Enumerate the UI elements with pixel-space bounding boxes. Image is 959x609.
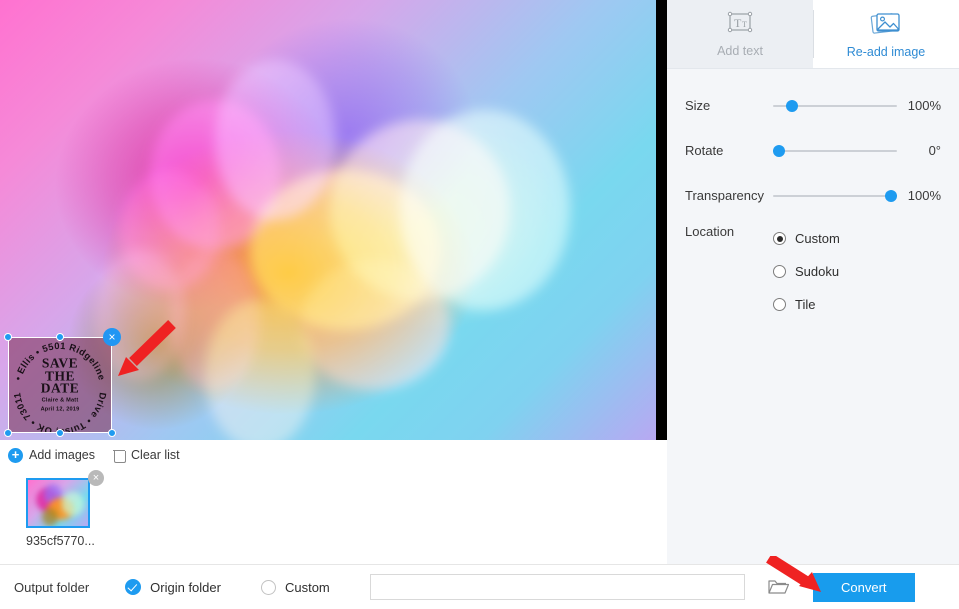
image-stack-icon (870, 10, 902, 39)
remove-thumbnail-icon[interactable]: × (88, 470, 104, 486)
output-folder-label: Output folder (14, 579, 90, 595)
transparency-slider-track[interactable] (773, 194, 897, 197)
resize-handle-bottom-left[interactable] (4, 429, 12, 437)
list-item[interactable]: × 935cf5770... (26, 470, 104, 548)
folder-icon[interactable] (767, 578, 789, 596)
check-icon[interactable] (125, 579, 142, 595)
tab-add-text-label: Add text (717, 43, 763, 58)
remove-watermark-icon[interactable]: × (103, 328, 121, 346)
resize-handle-top-left[interactable] (4, 333, 12, 341)
size-label: Size (685, 98, 711, 113)
setting-row-rotate: Rotate 0° (685, 128, 941, 173)
size-slider-thumb[interactable] (786, 99, 799, 112)
watermark-stamp: • Ellis • 5501 Ridgeline Drive • Tulsa, … (8, 337, 112, 433)
thumbnail-filename: 935cf5770... (26, 534, 95, 548)
watermark-names: Claire & Matt (41, 396, 79, 403)
resize-handle-bottom-center[interactable] (56, 429, 64, 437)
setting-row-transparency: Transparency 100% (685, 173, 941, 218)
editor-pane: • Ellis • 5501 Ridgeline Drive • Tulsa, … (0, 0, 667, 564)
setting-row-size: Size 100% (685, 83, 941, 128)
origin-folder-option[interactable]: Origin folder (125, 579, 221, 595)
app-window: • Ellis • 5501 Ridgeline Drive • Tulsa, … (0, 0, 959, 609)
tab-bar: T T Add text Re-add image (667, 0, 959, 68)
watermark-object[interactable]: • Ellis • 5501 Ridgeline Drive • Tulsa, … (4, 328, 121, 437)
origin-folder-label: Origin folder (150, 579, 221, 595)
rotate-value: 0° (928, 143, 941, 158)
add-images-button[interactable]: + Add images (8, 447, 96, 463)
custom-folder-option[interactable]: Custom (260, 579, 330, 595)
settings-pane: T T Add text Re-add image Size 100% Rota… (667, 0, 959, 564)
rotate-slider[interactable] (773, 142, 897, 160)
settings-form: Size 100% Rotate 0° Transparency 100% Lo… (667, 69, 959, 564)
radio-option-custom[interactable]: Custom (773, 222, 941, 255)
radio-tile-icon[interactable] (773, 298, 786, 311)
transparency-label: Transparency (685, 188, 764, 203)
tab-re-add-image-label: Re-add image (846, 44, 926, 59)
setting-row-location: Location Custom Sudoku Tile (685, 222, 941, 321)
rotate-label: Rotate (685, 143, 724, 158)
resize-handle-top-center[interactable] (56, 333, 64, 341)
output-bar: Output folder Origin folder Custom Conve… (0, 564, 959, 609)
watermark-center-text: SAVE THE DATE Claire & Matt April 12, 20… (8, 356, 112, 413)
clear-list-label: Clear list (131, 448, 180, 462)
radio-custom-label: Custom (795, 231, 840, 246)
trash-icon (113, 448, 127, 463)
watermark-date: April 12, 2019 (40, 405, 80, 412)
transparency-slider-thumb[interactable] (885, 189, 897, 202)
thumbnail-image[interactable] (26, 478, 90, 528)
transparency-slider[interactable] (773, 187, 897, 205)
rotate-slider-thumb[interactable] (773, 144, 785, 157)
output-path-input[interactable] (369, 574, 745, 600)
size-value: 100% (907, 98, 941, 113)
convert-button[interactable]: Convert (812, 572, 915, 602)
svg-text:T: T (734, 16, 742, 30)
add-text-icon: T T (725, 11, 755, 38)
image-canvas[interactable]: • Ellis • 5501 Ridgeline Drive • Tulsa, … (0, 0, 667, 440)
plus-icon: + (8, 447, 23, 463)
radio-custom-icon[interactable] (773, 232, 786, 245)
location-radio-group: Custom Sudoku Tile (773, 222, 941, 321)
radio-sudoku-icon[interactable] (773, 265, 786, 278)
tab-re-add-image[interactable]: Re-add image (813, 0, 959, 68)
svg-text:T: T (742, 20, 747, 29)
radio-tile-label: Tile (795, 297, 816, 312)
location-label: Location (685, 224, 735, 239)
add-images-label: Add images (29, 448, 96, 462)
custom-folder-label: Custom (284, 579, 330, 595)
transparency-value: 100% (907, 188, 941, 203)
rotate-slider-track[interactable] (773, 149, 897, 152)
thumbnail-list: × 935cf5770... (0, 470, 667, 564)
resize-handle-bottom-right[interactable] (108, 429, 116, 437)
size-slider[interactable] (773, 97, 897, 115)
radio-option-tile[interactable]: Tile (773, 288, 941, 321)
radio-sudoku-label: Sudoku (795, 264, 840, 279)
list-toolbar: + Add images Clear list (0, 440, 667, 470)
tab-add-text[interactable]: T T Add text (667, 0, 813, 68)
radio-option-sudoku[interactable]: Sudoku (773, 255, 941, 288)
radio-custom-folder-icon[interactable] (260, 579, 276, 595)
watermark-line-3: DATE (40, 380, 80, 396)
clear-list-button[interactable]: Clear list (113, 448, 180, 463)
